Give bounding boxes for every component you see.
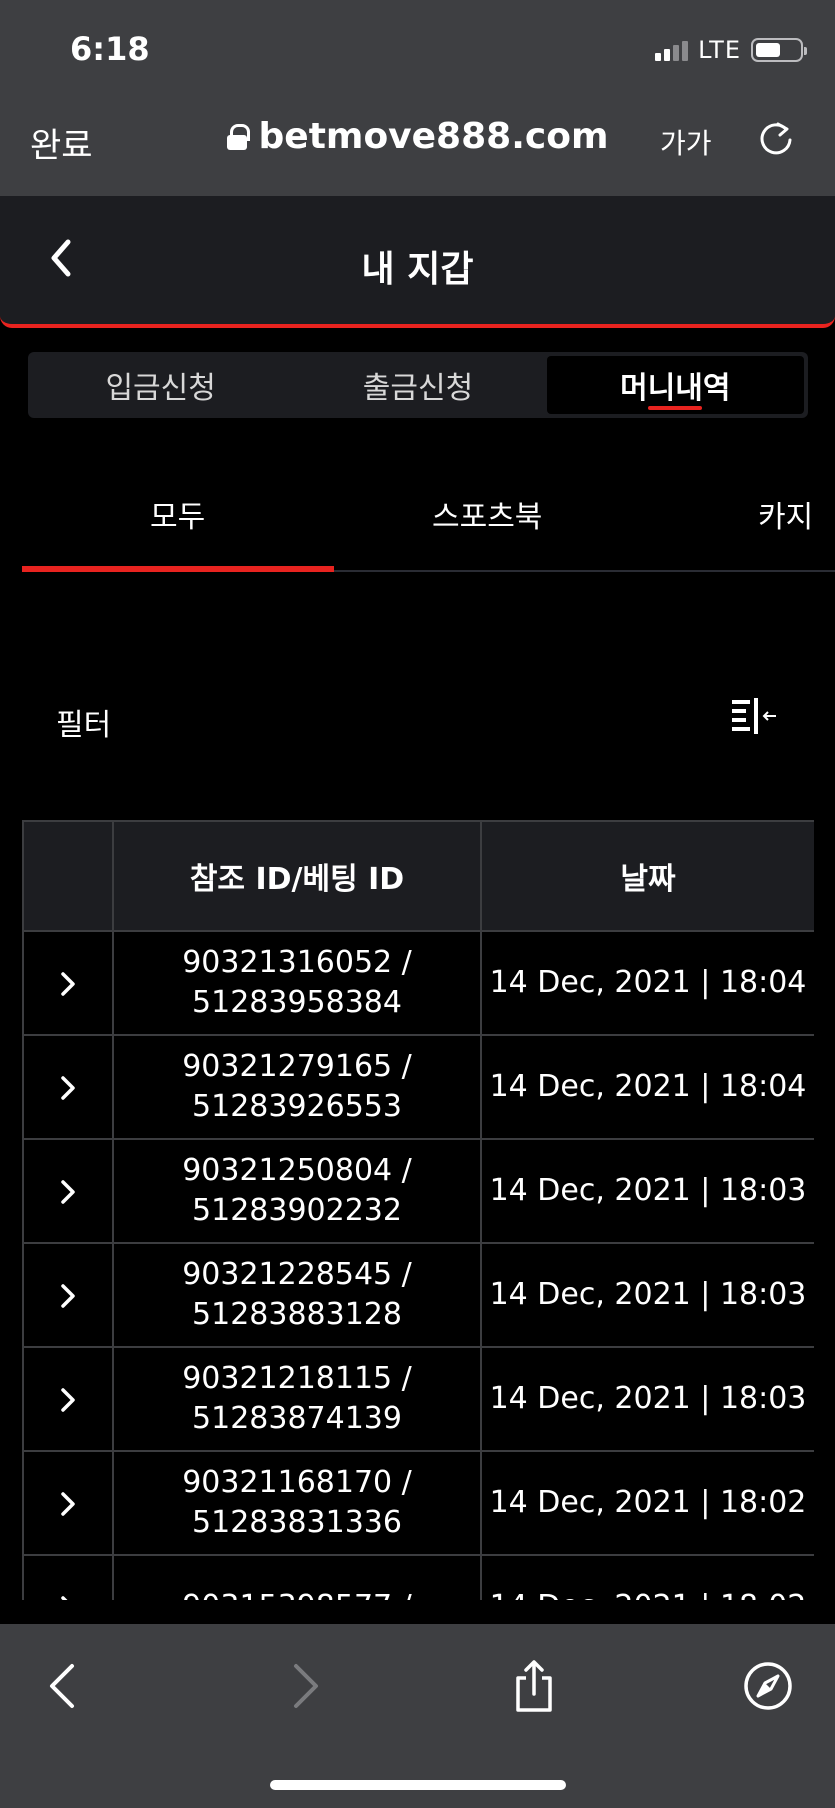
- ref-bet-id-cell: 90321228545 / 51283883128: [112, 1242, 482, 1348]
- expand-row-cell[interactable]: [22, 1554, 114, 1600]
- chevron-right-icon: [61, 1491, 75, 1516]
- bet-id: 51283874139: [192, 1401, 402, 1436]
- ref-id: 90315398577 /: [114, 1587, 480, 1600]
- column-header-date: 날짜: [480, 820, 814, 932]
- subtab-sportsbook[interactable]: 스포츠북: [432, 492, 542, 536]
- table-row[interactable]: 90321316052 / 51283958384 14 Dec, 2021 | 1…: [22, 930, 814, 1036]
- bet-id: 51283902232: [192, 1193, 402, 1228]
- chevron-right-icon: [61, 1283, 75, 1308]
- browser-forward-icon[interactable]: [276, 1658, 332, 1714]
- address-bar: 완료 betmove888.com 가가: [0, 108, 835, 172]
- column-header-expand: [22, 820, 114, 932]
- subtab-casino[interactable]: 카지: [758, 492, 813, 536]
- expand-row-cell[interactable]: [22, 1034, 114, 1140]
- compass-icon[interactable]: [740, 1658, 796, 1714]
- table-row[interactable]: 90321279165 / 51283926553 14 Dec, 2021 | 1…: [22, 1034, 814, 1140]
- ref-bet-id-cell: 90321218115 / 51283874139: [112, 1346, 482, 1452]
- expand-row-cell[interactable]: [22, 1242, 114, 1348]
- transactions-table: 참조 ID/베팅 ID 날짜 90321316052 / 51283958384 1…: [22, 820, 814, 1600]
- date-cell: 14 Dec, 2021 | 18:03: [480, 1242, 814, 1348]
- url-text: betmove888.com: [258, 116, 609, 157]
- date-cell: 14 Dec, 2021 | 18:04: [480, 930, 814, 1036]
- table-header-row: 참조 ID/베팅 ID 날짜: [22, 820, 814, 932]
- ref-bet-id-cell: 90321250804 / 51283902232: [112, 1138, 482, 1244]
- expand-row-cell[interactable]: [22, 930, 114, 1036]
- bet-id: 51283883128: [192, 1297, 402, 1332]
- browser-top-bar: 6:18 LTE 완료 betmove888.com 가가: [0, 0, 835, 196]
- column-header-ref-id: 참조 ID/베팅 ID: [112, 820, 482, 932]
- active-tab-indicator: [22, 566, 334, 572]
- tab-withdraw[interactable]: 출금신청: [289, 356, 546, 414]
- chevron-right-icon: [61, 1387, 75, 1412]
- ref-id: 90321279165 /: [182, 1049, 412, 1084]
- subtab-all[interactable]: 모두: [150, 492, 205, 536]
- text-size-button[interactable]: 가가: [660, 122, 712, 162]
- page-title: 내 지갑: [361, 249, 474, 290]
- reload-icon[interactable]: [756, 118, 796, 158]
- ref-bet-id-cell: 90321168170 / 51283831336: [112, 1450, 482, 1556]
- category-tabs: 모두 스포츠북 카지: [22, 480, 835, 572]
- chevron-right-icon: [61, 1595, 68, 1600]
- table-row[interactable]: 90321218115 / 51283874139 14 Dec, 2021 | 1…: [22, 1346, 814, 1452]
- date-cell: 14 Dec, 2021 | 18:02: [480, 1450, 814, 1556]
- ref-bet-id-cell: 90315398577 /: [112, 1554, 482, 1600]
- home-indicator: [270, 1780, 566, 1790]
- filter-toggle-icon[interactable]: [730, 696, 778, 736]
- table-row[interactable]: 90321228545 / 51283883128 14 Dec, 2021 | 1…: [22, 1242, 814, 1348]
- filter-label: 필터: [56, 708, 112, 743]
- status-time: 6:18: [70, 30, 150, 68]
- share-icon[interactable]: [506, 1658, 562, 1714]
- signal-icon: [655, 39, 689, 61]
- expand-row-cell[interactable]: [22, 1138, 114, 1244]
- ref-bet-id-cell: 90321316052 / 51283958384: [112, 930, 482, 1036]
- ref-id: 90321218115 /: [182, 1361, 412, 1396]
- status-indicators: LTE: [655, 36, 807, 64]
- expand-row-cell[interactable]: [22, 1346, 114, 1452]
- app-header: 내 지갑: [0, 196, 835, 328]
- expand-row-cell[interactable]: [22, 1450, 114, 1556]
- table-row[interactable]: 90321250804 / 51283902232 14 Dec, 2021 | 1…: [22, 1138, 814, 1244]
- bet-id: 51283926553: [192, 1089, 402, 1124]
- lock-icon: [226, 124, 250, 150]
- table-row[interactable]: 90321168170 / 51283831336 14 Dec, 2021 | 1…: [22, 1450, 814, 1556]
- tab-money-history[interactable]: 머니내역: [546, 356, 804, 414]
- tab-deposit[interactable]: 입금신청: [32, 356, 289, 414]
- chevron-right-icon: [61, 971, 75, 996]
- wallet-tabs: 입금신청 출금신청 머니내역: [28, 352, 808, 418]
- browser-back-icon[interactable]: [36, 1658, 92, 1714]
- ref-id: 90321228545 /: [182, 1257, 412, 1292]
- ref-id: 90321316052 /: [182, 945, 412, 980]
- ref-id: 90321168170 /: [182, 1465, 412, 1500]
- chevron-right-icon: [61, 1179, 75, 1204]
- date-cell: 14 Dec, 2021 | 18:03: [480, 1346, 814, 1452]
- network-type: LTE: [698, 36, 741, 64]
- date-cell: 14 Dec, 2021 | 18:04: [480, 1034, 814, 1140]
- ref-id: 90321250804 /: [182, 1153, 412, 1188]
- date-cell: 14 Dec, 2021 | 18:02: [480, 1554, 814, 1600]
- chevron-right-icon: [61, 1075, 75, 1100]
- bet-id: 51283831336: [192, 1505, 402, 1540]
- battery-icon: [751, 38, 807, 62]
- browser-bottom-bar: [0, 1624, 835, 1808]
- ref-bet-id-cell: 90321279165 / 51283926553: [112, 1034, 482, 1140]
- bet-id: 51283958384: [192, 985, 402, 1020]
- table-row[interactable]: 90315398577 /14 Dec, 2021 | 18:02: [22, 1554, 814, 1600]
- date-cell: 14 Dec, 2021 | 18:03: [480, 1138, 814, 1244]
